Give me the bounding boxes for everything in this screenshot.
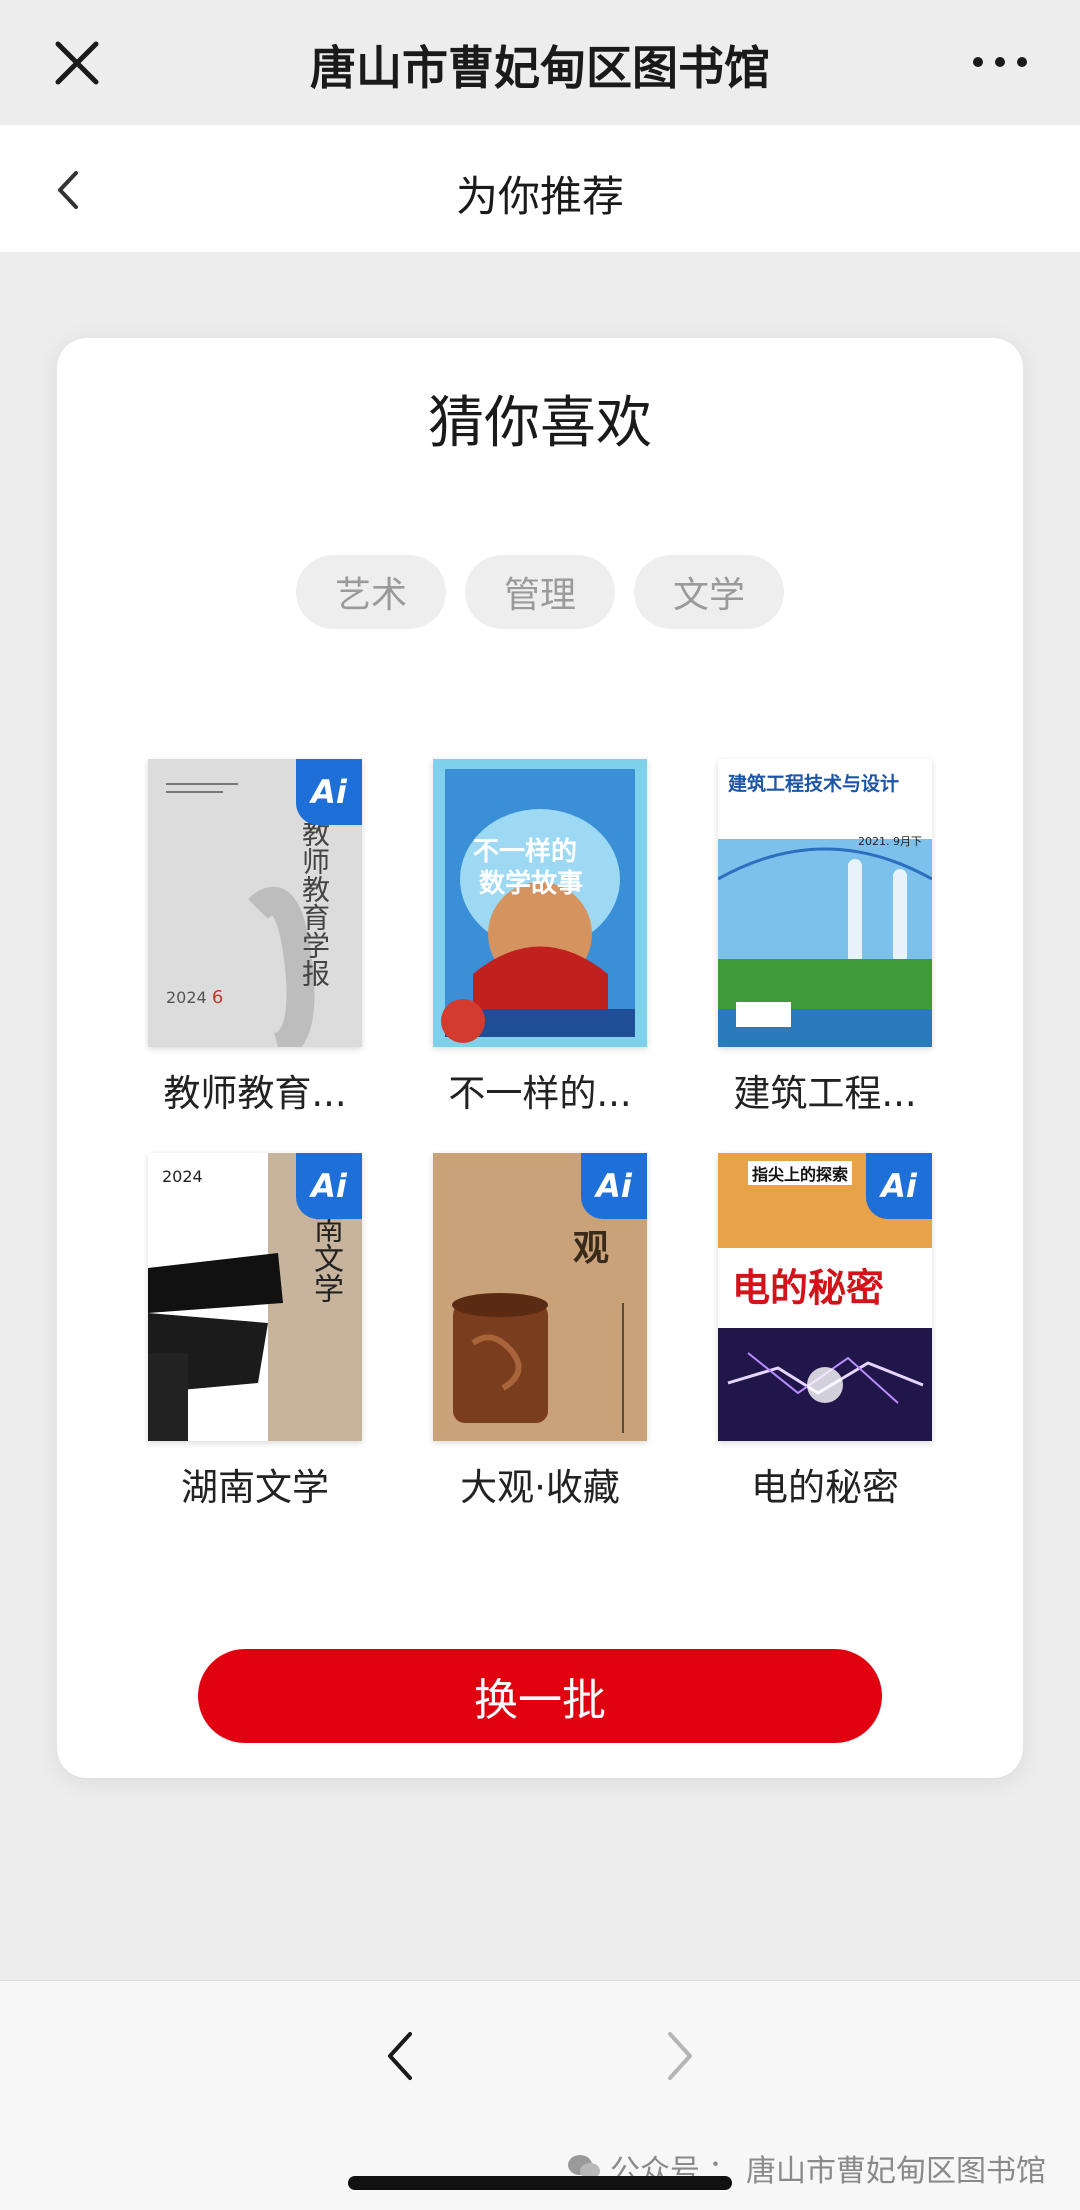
watermark-name: 唐山市曹妃甸区图书馆 xyxy=(746,2154,1046,2189)
ai-badge: Ai xyxy=(296,1153,362,1219)
book-cover[interactable]: 建筑工程技术与设计 2021. 9月下 xyxy=(718,759,932,1047)
book-title: 教师教育... xyxy=(163,1072,347,1115)
card-heading: 猜你喜欢 xyxy=(428,391,652,456)
chevron-right-icon[interactable] xyxy=(660,2026,700,2086)
book-cover[interactable]: 观 Ai xyxy=(433,1153,647,1441)
book-title: 湖南文学 xyxy=(181,1466,329,1509)
ai-badge: Ai xyxy=(581,1153,647,1219)
recommend-card: 猜你喜欢 艺术 管理 文学 2024 6 教师教育学报 Ai 教师教育... 不… xyxy=(57,338,1023,1778)
book-cover[interactable]: 不一样的 数学故事 xyxy=(433,759,647,1047)
cover-art xyxy=(718,759,932,1047)
book-cover[interactable]: 2024 6 教师教育学报 Ai xyxy=(148,759,362,1047)
book-item[interactable]: 2024 南文学 Ai 湖南文学 xyxy=(148,1153,362,1509)
cover-title: 电的秘密 xyxy=(732,1266,885,1310)
book-title: 建筑工程... xyxy=(733,1072,917,1115)
chip-art[interactable]: 艺术 xyxy=(296,555,446,629)
cover-date: 2021. 9月下 xyxy=(858,835,922,848)
ai-icon: Ai xyxy=(311,773,347,811)
book-cover[interactable]: 指尖上的探索 电的秘密 Ai xyxy=(718,1153,932,1441)
refresh-button[interactable]: 换一批 xyxy=(198,1649,882,1743)
chevron-left-icon[interactable] xyxy=(380,2026,420,2086)
page-title: 为你推荐 xyxy=(455,172,624,221)
chip-literature[interactable]: 文学 xyxy=(634,555,784,629)
chip-management[interactable]: 管理 xyxy=(465,555,615,629)
cover-vertical-title: 南文学 xyxy=(308,1213,343,1303)
top-bar: 唐山市曹妃甸区图书馆 xyxy=(0,0,1080,125)
book-item[interactable]: 建筑工程技术与设计 2021. 9月下 建筑工程... xyxy=(718,759,932,1115)
cover-art xyxy=(433,759,647,1047)
home-indicator xyxy=(348,2176,732,2190)
more-icon[interactable] xyxy=(970,52,1030,72)
page-header: 为你推荐 xyxy=(0,125,1080,252)
cover-title: 建筑工程技术与设计 xyxy=(728,773,900,795)
ai-icon: Ai xyxy=(596,1167,632,1205)
cover-year: 2024 xyxy=(162,1167,203,1186)
cover-year: 2024 6 xyxy=(166,987,224,1008)
category-chips: 艺术 管理 文学 xyxy=(57,555,1023,629)
book-item[interactable]: 不一样的 数学故事 不一样的... xyxy=(433,759,647,1115)
ai-badge: Ai xyxy=(866,1153,932,1219)
book-cover[interactable]: 2024 南文学 Ai xyxy=(148,1153,362,1441)
cover-subtitle: 指尖上的探索 xyxy=(748,1161,853,1185)
book-title: 不一样的... xyxy=(448,1072,632,1115)
book-item[interactable]: 指尖上的探索 电的秘密 Ai 电的秘密 xyxy=(718,1153,932,1509)
book-item[interactable]: 2024 6 教师教育学报 Ai 教师教育... xyxy=(148,759,362,1115)
cover-title-line2: 数学故事 xyxy=(479,869,584,899)
ai-badge: Ai xyxy=(296,759,362,825)
book-title: 大观·收藏 xyxy=(460,1466,620,1509)
book-title: 电的秘密 xyxy=(751,1466,899,1509)
app-title: 唐山市曹妃甸区图书馆 xyxy=(310,41,770,95)
ai-icon: Ai xyxy=(311,1167,347,1205)
cover-vertical-title: 教师教育学报 xyxy=(298,819,331,987)
cover-vertical-title: 观 xyxy=(573,1228,610,1269)
book-item[interactable]: 观 Ai 大观·收藏 xyxy=(433,1153,647,1509)
ai-icon: Ai xyxy=(881,1167,917,1205)
